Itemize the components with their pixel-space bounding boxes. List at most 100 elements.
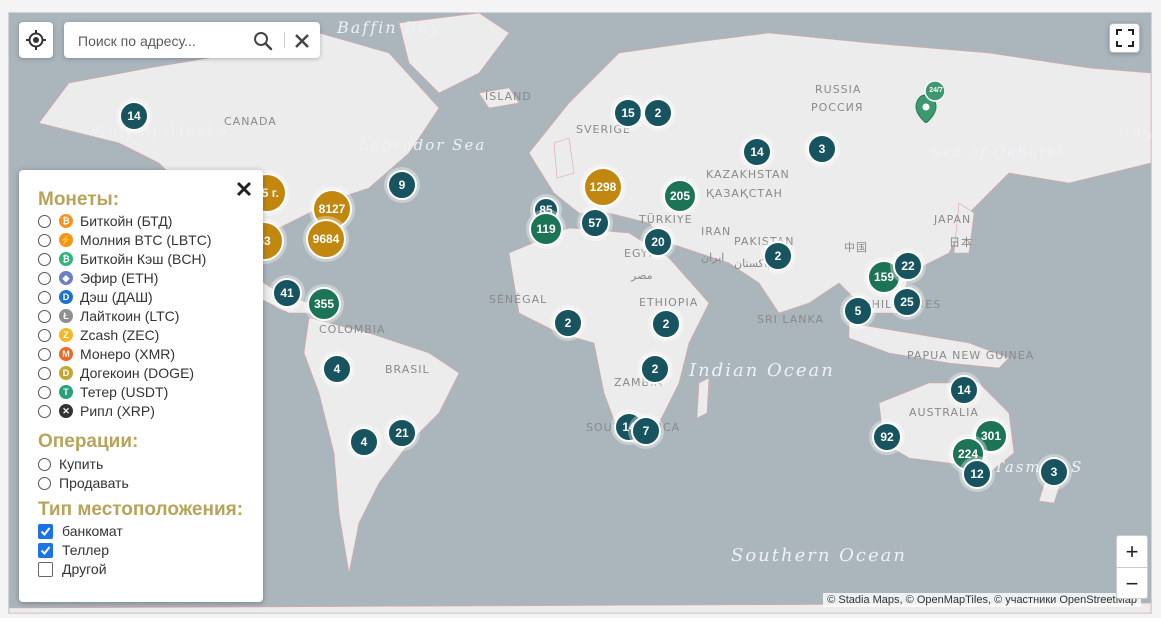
coin-label: Монеро (XMR): [80, 346, 176, 362]
bitcoin-cash-icon: ₿: [59, 252, 73, 266]
coin-radio[interactable]: [38, 366, 51, 380]
coin-label: Лайткоин (LTC): [80, 308, 180, 324]
coin-option[interactable]: ₿ Биткойн Кэш (BCH): [38, 250, 206, 268]
country-label: SÉNÉGAL: [489, 293, 548, 306]
coin-label: Zcash (ZEC): [80, 327, 160, 343]
cluster-marker[interactable]: 12: [962, 459, 992, 489]
coin-option[interactable]: D Дэш (ДАШ): [38, 288, 153, 306]
ocean-label: Indian Ocean: [689, 360, 835, 381]
coins-heading: Монеты:: [38, 189, 120, 210]
cluster-marker[interactable]: 25: [892, 287, 922, 317]
ocean-label: Gulf: [1119, 123, 1151, 139]
coin-radio[interactable]: [38, 385, 51, 399]
operation-option[interactable]: Продавать: [38, 474, 129, 492]
location-type-checkbox[interactable]: [38, 561, 53, 577]
cluster-marker[interactable]: 2: [763, 241, 793, 271]
coin-radio[interactable]: [38, 233, 51, 247]
coin-label: Эфир (ETH): [80, 270, 159, 286]
dash-icon: D: [59, 290, 73, 304]
operation-option[interactable]: Купить: [38, 455, 103, 473]
coin-option[interactable]: M Монеро (XMR): [38, 345, 175, 363]
cluster-marker[interactable]: 14: [949, 375, 979, 405]
coin-option[interactable]: D Догекоин (DOGE): [38, 364, 194, 382]
location-type-label: Другой: [62, 561, 107, 577]
atm-pin-marker[interactable]: 24/7: [914, 80, 946, 124]
coin-radio[interactable]: [38, 252, 51, 266]
country-label: ایران: [701, 251, 725, 264]
cluster-marker[interactable]: 22: [893, 251, 923, 281]
country-label: 中国: [844, 241, 868, 254]
coin-radio[interactable]: [38, 290, 51, 304]
coin-option[interactable]: T Тетер (USDT): [38, 383, 168, 401]
ocean-label: Sea of Okhotsk: [931, 145, 1067, 161]
coin-radio[interactable]: [38, 271, 51, 285]
coin-option[interactable]: Z Zcash (ZEC): [38, 326, 159, 344]
cluster-marker[interactable]: 7: [631, 416, 661, 446]
operation-radio[interactable]: [38, 457, 51, 471]
coin-radio[interactable]: [38, 309, 51, 323]
cluster-marker[interactable]: 2: [640, 354, 670, 384]
coin-radio[interactable]: [38, 328, 51, 342]
bitcoin-icon: ₿: [59, 214, 73, 228]
country-label: مصر: [631, 269, 653, 282]
cluster-marker[interactable]: 21: [387, 418, 417, 448]
location-type-checkbox[interactable]: [38, 523, 53, 539]
search-icon: [254, 32, 273, 51]
clear-search-button[interactable]: [292, 31, 312, 51]
coin-option[interactable]: Ł Лайткоин (LTC): [38, 307, 179, 325]
coin-option[interactable]: ✕ Рипл (XRP): [38, 402, 155, 420]
coin-option[interactable]: ₿ Биткойн (БТД): [38, 212, 172, 230]
cluster-marker[interactable]: 5: [843, 296, 873, 326]
cluster-marker[interactable]: 20: [643, 227, 673, 257]
country-label: IRAN: [701, 225, 732, 238]
cluster-marker[interactable]: 14: [119, 101, 149, 131]
location-type-option[interactable]: Теллер: [38, 541, 109, 559]
coin-option[interactable]: ⚡ Молния BTC (LBTC): [38, 231, 212, 249]
country-label: RUSSIA: [815, 83, 862, 96]
close-icon: [295, 34, 309, 48]
dogecoin-icon: D: [59, 366, 73, 380]
cluster-marker[interactable]: 2: [651, 309, 681, 339]
location-type-heading: Тип местоположения:: [38, 499, 244, 520]
coin-label: Биткойн Кэш (BCH): [80, 251, 207, 267]
address-search-input[interactable]: [76, 30, 250, 52]
litecoin-icon: Ł: [59, 309, 73, 323]
cluster-marker[interactable]: 92: [872, 422, 902, 452]
locate-button[interactable]: [19, 22, 53, 58]
cluster-marker[interactable]: 1298: [583, 167, 623, 207]
cluster-marker[interactable]: 2: [643, 98, 673, 128]
close-panel-button[interactable]: [235, 180, 253, 198]
cluster-marker[interactable]: 41: [272, 278, 302, 308]
cluster-marker[interactable]: 2: [553, 308, 583, 338]
cluster-marker[interactable]: 3: [807, 134, 837, 164]
country-label: SRI LANKA: [757, 313, 825, 326]
zoom-out-button[interactable]: −: [1117, 568, 1147, 599]
attribution[interactable]: © Stadia Maps, © OpenMapTiles, © участни…: [823, 593, 1141, 607]
address-search-box: [64, 22, 320, 58]
cluster-marker[interactable]: 14: [742, 137, 772, 167]
zoom-control: + −: [1116, 535, 1148, 599]
cluster-marker[interactable]: 9684: [306, 219, 346, 259]
cluster-marker[interactable]: 9: [387, 170, 417, 200]
location-type-checkbox[interactable]: [38, 542, 53, 558]
cluster-marker[interactable]: 355: [307, 287, 341, 321]
cluster-marker[interactable]: 15: [613, 98, 643, 128]
cluster-marker[interactable]: 4: [322, 354, 352, 384]
coin-radio[interactable]: [38, 214, 51, 228]
cluster-marker[interactable]: 119: [529, 212, 563, 246]
country-label: ÍSLAND: [485, 90, 532, 103]
coin-radio[interactable]: [38, 404, 51, 418]
cluster-marker[interactable]: 3: [1039, 457, 1069, 487]
country-label: KAZAKHSTAN: [706, 168, 790, 181]
zoom-in-button[interactable]: +: [1117, 536, 1147, 568]
location-type-option[interactable]: Другой: [38, 560, 107, 578]
coin-radio[interactable]: [38, 347, 51, 361]
search-button[interactable]: [252, 30, 274, 52]
fullscreen-button[interactable]: [1109, 23, 1140, 53]
coin-option[interactable]: ◆ Эфир (ETH): [38, 269, 158, 287]
location-type-option[interactable]: банкомат: [38, 522, 123, 540]
cluster-marker[interactable]: 57: [580, 208, 610, 238]
cluster-marker[interactable]: 205: [663, 179, 697, 213]
cluster-marker[interactable]: 4: [349, 427, 379, 457]
operation-radio[interactable]: [38, 476, 51, 490]
